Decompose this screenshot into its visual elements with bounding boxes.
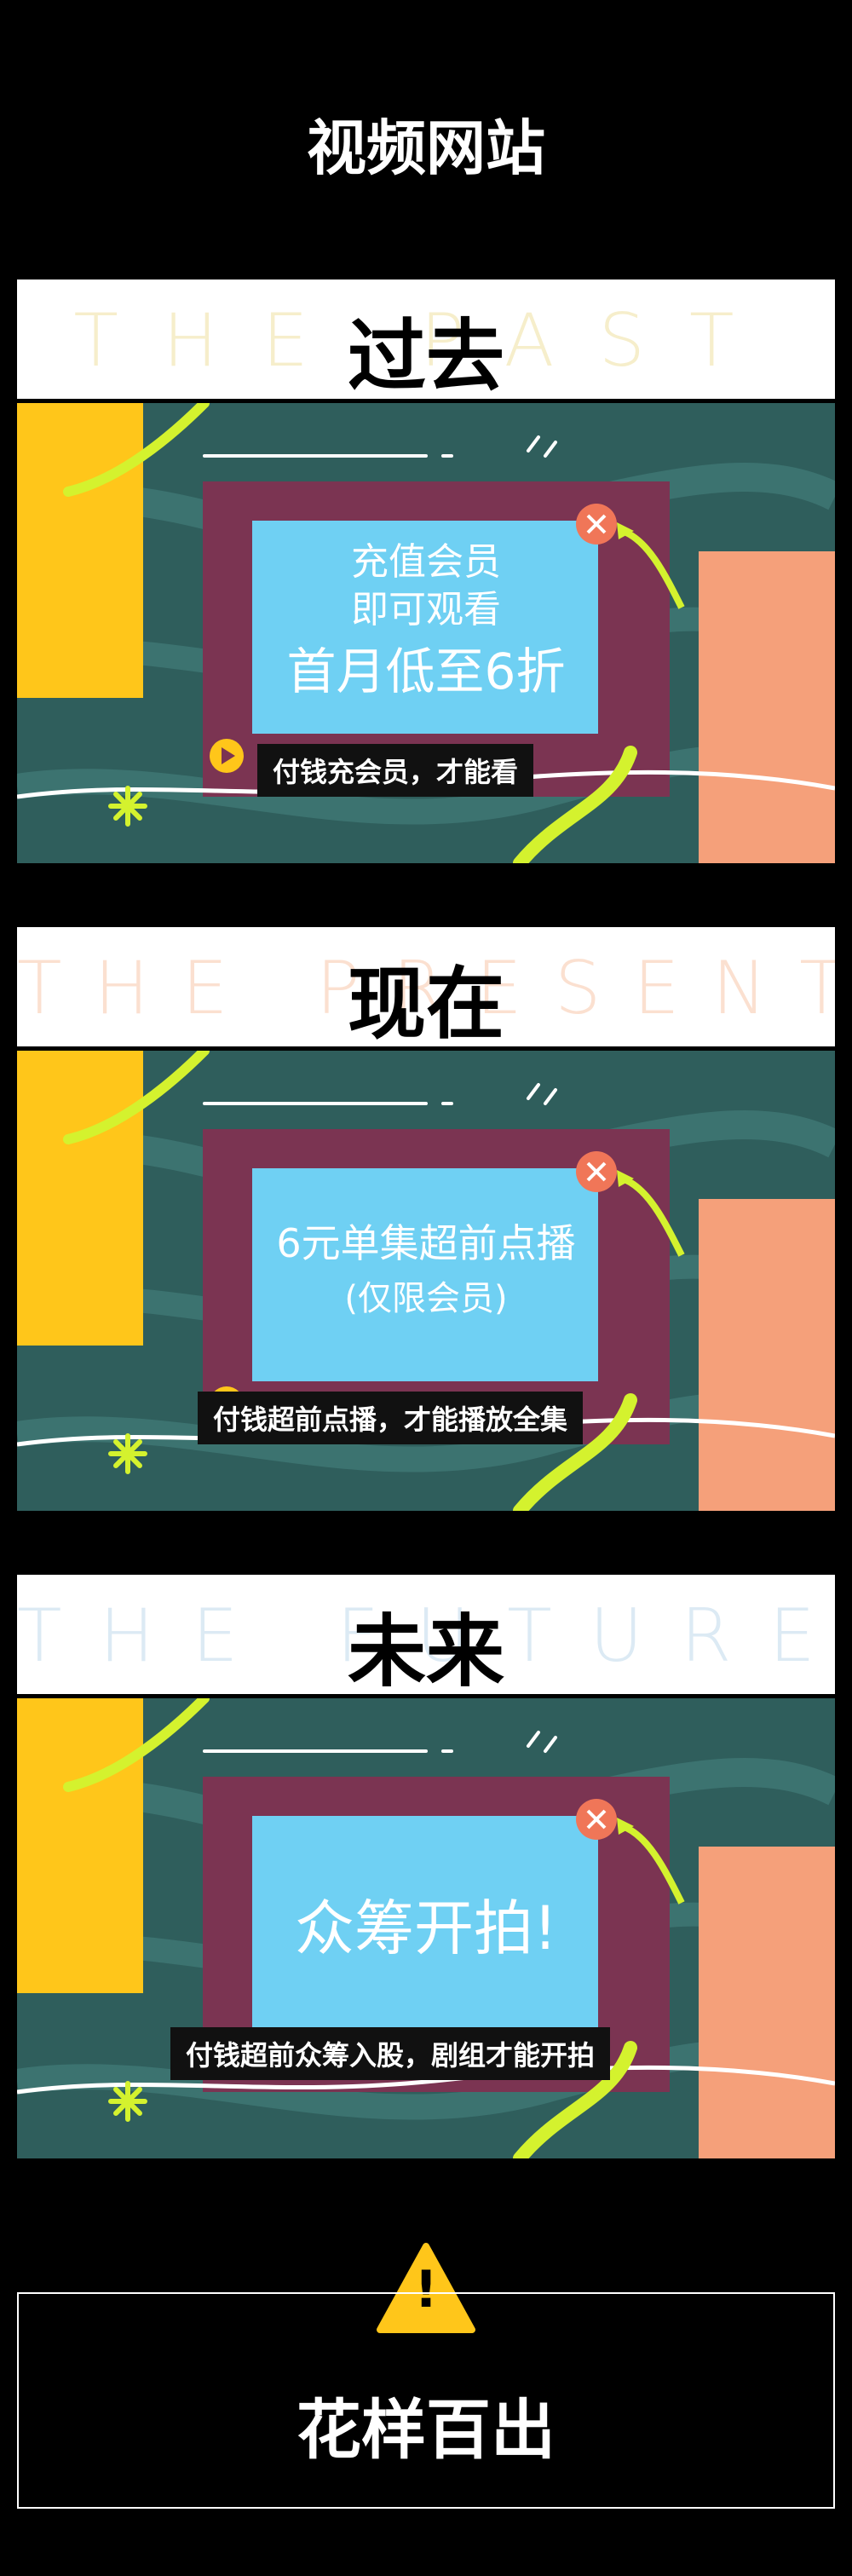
page-title: 视频网站 [307,113,545,183]
ending-title: 花样百出 [296,2392,556,2468]
illustration-scene: 6元单集超前点播 (仅限会员) 付钱超前点播，才能播放全集 [17,1051,835,1511]
star-doodle-icon [108,786,147,827]
caption: 付钱超前点播，才能播放全集 [198,1392,584,1444]
caption: 付钱超前众筹入股，剧组才能开拍 [170,2027,611,2080]
caption: 付钱充会员，才能看 [257,744,534,797]
illustration-scene: 充值会员 即可观看 首月低至6折 付钱充会员，才能看 [17,403,835,863]
section-heading: 未来 [347,1606,504,1694]
star-doodle-icon [108,1433,147,1474]
screen-line: (仅限会员) [344,1279,508,1318]
star-doodle-icon [108,2081,147,2122]
section-heading: 现在 [347,959,504,1046]
screen-line: 6元单集超前点播 [276,1220,576,1266]
screen-line: 充值会员 [351,540,501,584]
screen-line: 即可观看 [351,588,501,631]
illustration-scene: 众筹开拍! 付钱超前众筹入股，剧组才能开拍 [17,1698,835,2158]
section-banner: THE FUTURE 未来 [17,1575,835,1694]
screen-line: 众筹开拍! [294,1893,558,1963]
section-banner: THE PAST 过去 [17,279,835,399]
screen-line: 首月低至6折 [286,643,566,700]
section-banner: THE PRESENT 现在 [17,927,835,1046]
section-heading: 过去 [347,311,504,399]
